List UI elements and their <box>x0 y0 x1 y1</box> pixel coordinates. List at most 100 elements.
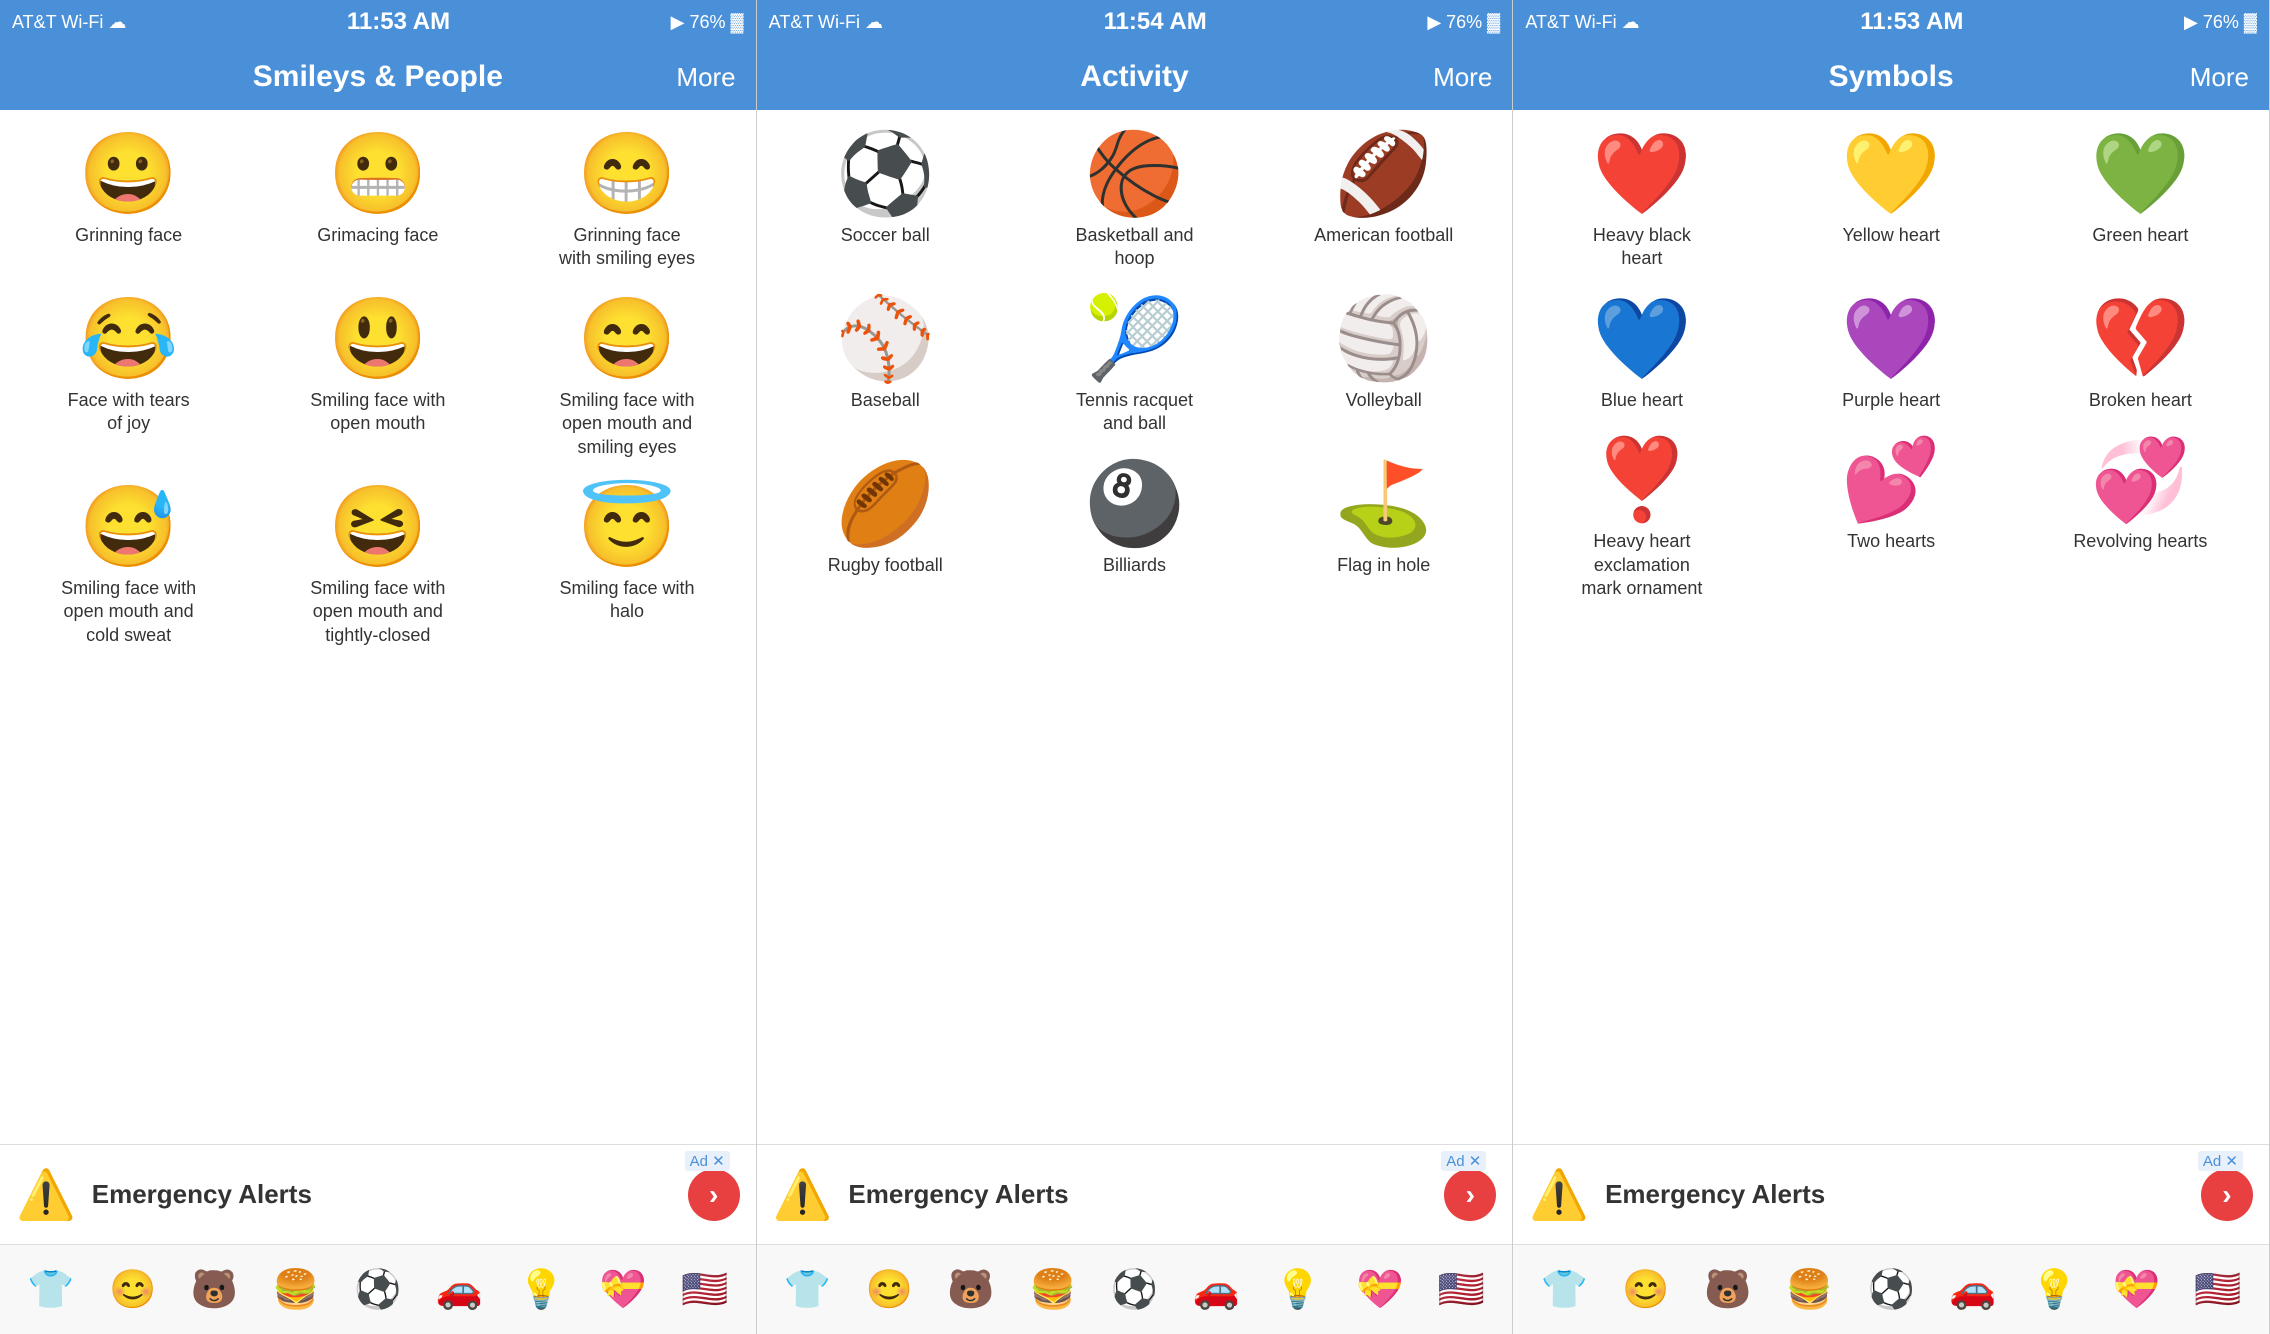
list-item[interactable]: 😃 Smiling face with open mouth <box>253 285 502 473</box>
list-item[interactable]: 💛 Yellow heart <box>1767 120 2016 285</box>
carrier-text: AT&T Wi-Fi ☁ <box>12 12 126 33</box>
content-symbols: ❤️ Heavy black heart 💛 Yellow heart 💚 Gr… <box>1513 110 2269 1144</box>
tab-tshirt[interactable]: 👕 <box>27 1268 74 1312</box>
emoji-icon: 🎱 <box>1085 464 1185 544</box>
tab-hearts-2[interactable]: 💝 <box>1356 1268 1403 1312</box>
panel-symbols: AT&T Wi-Fi ☁ 11:53 AM ▶ 76% ▓ Symbols Mo… <box>1513 0 2270 1334</box>
list-item[interactable]: 🎾 Tennis racquet and ball <box>1010 285 1259 450</box>
list-item[interactable]: 😅 Smiling face with open mouth and cold … <box>4 473 253 661</box>
panel-activity: AT&T Wi-Fi ☁ 11:54 AM ▶ 76% ▓ Activity M… <box>757 0 1514 1334</box>
nav-more-smileys[interactable]: More <box>676 62 735 93</box>
list-item[interactable]: 🏉 Rugby football <box>761 450 1010 591</box>
list-item[interactable]: ❣️ Heavy heart exclamation mark ornament <box>1517 426 1766 614</box>
emoji-icon: 🎾 <box>1085 299 1185 379</box>
status-right: ▶ 76% ▓ <box>671 12 744 33</box>
tab-burger-3[interactable]: 🍔 <box>1786 1268 1833 1312</box>
emoji-label: Revolving hearts <box>2073 530 2207 553</box>
status-left-2: AT&T Wi-Fi ☁ <box>769 12 883 33</box>
tab-bear-3[interactable]: 🐻 <box>1704 1268 1751 1312</box>
nav-more-symbols[interactable]: More <box>2190 62 2249 93</box>
list-item[interactable]: 🎱 Billiards <box>1010 450 1259 591</box>
status-time-3: 11:53 AM <box>1860 8 1963 36</box>
emoji-icon: 💛 <box>1841 134 1941 214</box>
tab-car[interactable]: 🚗 <box>436 1268 483 1312</box>
status-right-2: ▶ 76% ▓ <box>1427 12 1500 33</box>
tab-bear[interactable]: 🐻 <box>191 1268 238 1312</box>
emoji-label: Tennis racquet and ball <box>1064 389 1204 436</box>
list-item[interactable]: 😆 Smiling face with open mouth and tight… <box>253 473 502 661</box>
emoji-grid-symbols: ❤️ Heavy black heart 💛 Yellow heart 💚 Gr… <box>1513 110 2269 624</box>
list-item[interactable]: 💙 Blue heart <box>1517 285 1766 426</box>
ad-badge-2: Ad ✕ <box>1441 1151 1486 1171</box>
list-item[interactable]: 🏈 American football <box>1259 120 1508 285</box>
emoji-icon: 🏐 <box>1334 299 1434 379</box>
list-item[interactable]: ⛳ Flag in hole <box>1259 450 1508 591</box>
nav-title-activity: Activity <box>1080 60 1188 94</box>
tab-flag-3[interactable]: 🇺🇸 <box>2194 1268 2241 1312</box>
tab-bulb[interactable]: 💡 <box>518 1268 565 1312</box>
emoji-label: Smiling face with open mouth <box>308 389 448 436</box>
emoji-icon: 😇 <box>577 487 677 567</box>
tab-burger[interactable]: 🍔 <box>272 1268 319 1312</box>
ad-arrow-button[interactable]: › <box>688 1169 740 1221</box>
tab-smiley-2[interactable]: 😊 <box>866 1268 913 1312</box>
list-item[interactable]: 💜 Purple heart <box>1767 285 2016 426</box>
ad-badge-3: Ad ✕ <box>2198 1151 2243 1171</box>
emoji-grid-smileys: 😀 Grinning face 😬 Grimacing face 😁 Grinn… <box>0 110 756 671</box>
tab-smiley-3[interactable]: 😊 <box>1622 1268 1669 1312</box>
tab-soccer-3[interactable]: ⚽ <box>1867 1268 1914 1312</box>
emoji-label: Rugby football <box>828 554 943 577</box>
nav-more-activity[interactable]: More <box>1433 62 1492 93</box>
list-item[interactable]: 😬 Grimacing face <box>253 120 502 285</box>
list-item[interactable]: 😄 Smiling face with open mouth and smili… <box>502 285 751 473</box>
tab-smiley[interactable]: 😊 <box>109 1268 156 1312</box>
emoji-label: Broken heart <box>2089 389 2192 412</box>
list-item[interactable]: 😂 Face with tears of joy <box>4 285 253 473</box>
emoji-label: Baseball <box>851 389 920 412</box>
emoji-icon: 💔 <box>2091 299 2191 379</box>
tab-bulb-2[interactable]: 💡 <box>1274 1268 1321 1312</box>
emoji-label: Heavy heart exclamation mark ornament <box>1572 530 1712 600</box>
tab-hearts-3[interactable]: 💝 <box>2113 1268 2160 1312</box>
ad-arrow-button-3[interactable]: › <box>2201 1169 2253 1221</box>
tab-hearts[interactable]: 💝 <box>599 1268 646 1312</box>
status-left: AT&T Wi-Fi ☁ <box>12 12 126 33</box>
list-item[interactable]: 💚 Green heart <box>2016 120 2265 285</box>
emoji-grid-activity: ⚽ Soccer ball 🏀 Basketball and hoop 🏈 Am… <box>757 110 1513 601</box>
tab-burger-2[interactable]: 🍔 <box>1029 1268 1076 1312</box>
tab-tshirt-3[interactable]: 👕 <box>1541 1268 1588 1312</box>
tab-bear-2[interactable]: 🐻 <box>947 1268 994 1312</box>
tab-bulb-3[interactable]: 💡 <box>2031 1268 2078 1312</box>
emoji-label: Green heart <box>2092 224 2188 247</box>
status-bar-activity: AT&T Wi-Fi ☁ 11:54 AM ▶ 76% ▓ <box>757 0 1513 44</box>
tab-bar-activity: 👕 😊 🐻 🍔 ⚽ 🚗 💡 💝 🇺🇸 <box>757 1244 1513 1334</box>
list-item[interactable]: 🏐 Volleyball <box>1259 285 1508 450</box>
list-item[interactable]: 🏀 Basketball and hoop <box>1010 120 1259 285</box>
status-left-3: AT&T Wi-Fi ☁ <box>1525 12 1639 33</box>
list-item[interactable]: 💔 Broken heart <box>2016 285 2265 426</box>
list-item[interactable]: ⚾ Baseball <box>761 285 1010 450</box>
tab-tshirt-2[interactable]: 👕 <box>784 1268 831 1312</box>
ad-arrow-button-2[interactable]: › <box>1444 1169 1496 1221</box>
tab-soccer[interactable]: ⚽ <box>354 1268 401 1312</box>
list-item[interactable]: 😁 Grinning face with smiling eyes <box>502 120 751 285</box>
nav-bar-symbols: Symbols More <box>1513 44 2269 110</box>
tab-car-2[interactable]: 🚗 <box>1193 1268 1240 1312</box>
list-item[interactable]: 💕 Two hearts <box>1767 426 2016 614</box>
emoji-label: Face with tears of joy <box>59 389 199 436</box>
tab-soccer-2[interactable]: ⚽ <box>1111 1268 1158 1312</box>
list-item[interactable]: 💞 Revolving hearts <box>2016 426 2265 614</box>
list-item[interactable]: 😇 Smiling face with halo <box>502 473 751 661</box>
emoji-label: Smiling face with halo <box>557 577 697 624</box>
list-item[interactable]: ❤️ Heavy black heart <box>1517 120 1766 285</box>
list-item[interactable]: ⚽ Soccer ball <box>761 120 1010 285</box>
tab-flag-2[interactable]: 🇺🇸 <box>1438 1268 1485 1312</box>
emoji-label: Flag in hole <box>1337 554 1430 577</box>
list-item[interactable]: 😀 Grinning face <box>4 120 253 285</box>
emoji-icon: ❤️ <box>1592 134 1692 214</box>
tab-car-3[interactable]: 🚗 <box>1949 1268 1996 1312</box>
emoji-icon: 🏉 <box>835 464 935 544</box>
emoji-label: Smiling face with open mouth and smiling… <box>557 389 697 459</box>
tab-flag[interactable]: 🇺🇸 <box>681 1268 728 1312</box>
emoji-label: Grinning face with smiling eyes <box>557 224 697 271</box>
